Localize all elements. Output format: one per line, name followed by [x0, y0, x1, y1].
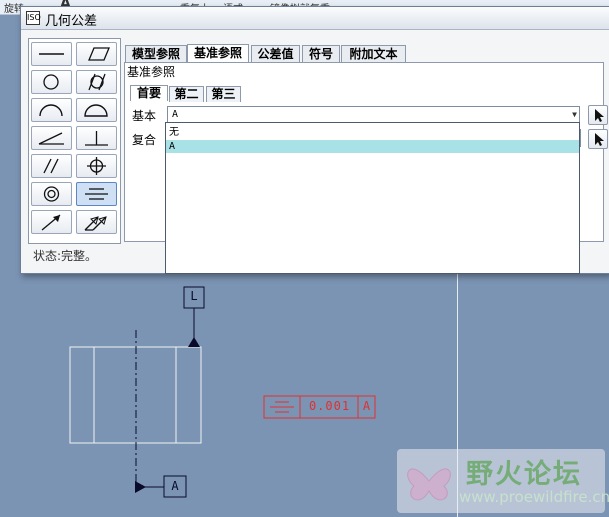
tab-tolerance-value[interactable]: 公差值: [251, 45, 300, 63]
subtab-secondary[interactable]: 第二: [169, 86, 204, 102]
tab-additional-text[interactable]: 附加文本: [341, 45, 406, 63]
pick-compound-button[interactable]: [588, 129, 608, 149]
datum-ref-group-label: 基准参照: [127, 65, 176, 79]
flatness-icon[interactable]: [76, 42, 117, 66]
datum-a-triangle: [135, 481, 146, 493]
basic-datum-value: A: [172, 109, 179, 120]
parallelism-icon[interactable]: [31, 154, 72, 178]
line-profile-icon[interactable]: [31, 98, 72, 122]
subtab-primary[interactable]: 首要: [130, 85, 168, 101]
circularity-icon[interactable]: [31, 70, 72, 94]
datum-a-label: A: [171, 479, 179, 493]
basic-label: 基本: [132, 109, 157, 123]
subtab-tertiary[interactable]: 第三: [206, 86, 241, 102]
compound-label: 复合: [132, 133, 157, 147]
fcf-datum-ref: A: [362, 399, 371, 413]
dialog-titlebar[interactable]: ISO 几何公差: [21, 7, 609, 30]
dropdown-option-a[interactable]: A: [166, 140, 579, 153]
tab-model-ref[interactable]: 模型参照: [125, 45, 187, 63]
dialog-app-icon: ISO: [26, 11, 41, 25]
chevron-down-icon[interactable]: ▼: [572, 107, 577, 123]
cursor-arrow-icon: [595, 109, 604, 122]
symbol-palette: [28, 38, 121, 244]
total-runout-icon[interactable]: [76, 210, 117, 234]
concentricity-icon[interactable]: [31, 182, 72, 206]
butterfly-logo-icon: [407, 468, 451, 501]
status-text: 状态:完整。: [33, 249, 98, 263]
perpendicularity-icon[interactable]: [76, 126, 117, 150]
fcf-symmetry-icon: [270, 401, 294, 413]
angularity-icon[interactable]: [31, 126, 72, 150]
surface-profile-icon[interactable]: [76, 98, 117, 122]
position-icon[interactable]: [76, 154, 117, 178]
datum-l-triangle: [188, 337, 200, 347]
circular-runout-icon[interactable]: [31, 210, 72, 234]
basic-datum-dropdown: 无 A: [165, 122, 580, 274]
dropdown-option-none[interactable]: 无: [166, 126, 579, 139]
pick-basic-button[interactable]: [588, 105, 608, 125]
straightness-icon[interactable]: [31, 42, 72, 66]
watermark-brand: 野火论坛: [466, 459, 582, 490]
tab-symbol[interactable]: 符号: [302, 45, 340, 63]
symmetry-icon[interactable]: [76, 182, 117, 206]
dialog-title: 几何公差: [45, 14, 98, 29]
watermark-url: www.proewildfire.cn: [459, 488, 609, 506]
datum-l-label: L: [190, 289, 198, 303]
cylindricity-icon[interactable]: [76, 70, 117, 94]
fcf-tolerance-value: 0.001: [308, 399, 351, 413]
cursor-arrow-icon: [595, 133, 604, 146]
tab-datum-ref[interactable]: 基准参照: [187, 44, 249, 63]
